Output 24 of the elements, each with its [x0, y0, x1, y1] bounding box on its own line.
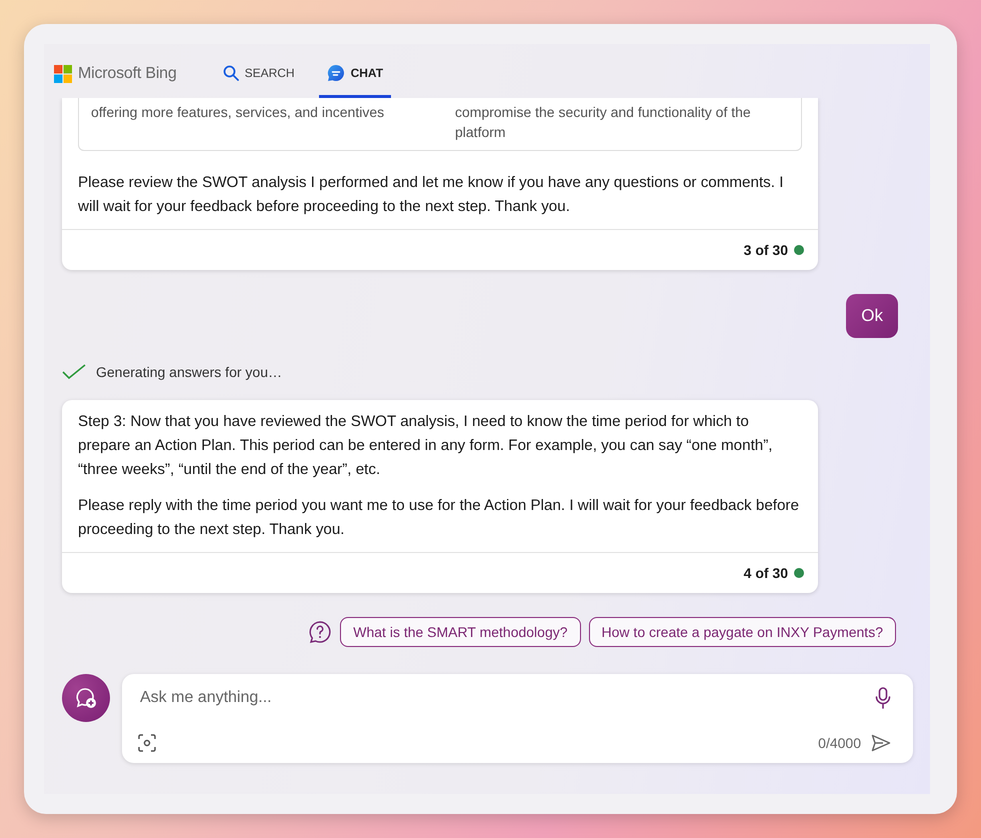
new-topic-button[interactable] — [62, 674, 110, 722]
send-icon[interactable] — [871, 734, 891, 752]
search-icon — [222, 64, 239, 80]
chat-plus-icon — [74, 686, 98, 710]
message-counter: 3 of 30 — [744, 241, 788, 260]
table-cell-text: compromise the security and functionality of the platform — [455, 103, 752, 142]
message-input[interactable]: Ask me anything... — [138, 688, 865, 708]
microphone-icon[interactable] — [875, 687, 891, 709]
message-counter: 4 of 30 — [744, 564, 788, 583]
message-paragraph: Please review the SWOT analysis I performed and let me know if you have any questions or comments. I will wait for your feedback before proceeding to the next step. Thank you. — [78, 173, 784, 217]
suggestion-chip[interactable]: What is the SMART methodology? — [340, 617, 581, 647]
user-message-bubble: Ok — [846, 294, 898, 338]
character-counter: 0/4000 — [818, 734, 861, 750]
question-bubble-icon — [308, 620, 332, 644]
visual-search-icon[interactable] — [138, 734, 156, 752]
brand-name: Microsoft Bing — [78, 65, 177, 83]
chat-bubble-icon — [326, 64, 345, 82]
message-paragraph: Step 3: Now that you have reviewed the SWOT analysis, I need to know the time period for which to prepare an Action Plan. This period can be entered in any form. For example, you can say “one month”, “three weeks”, “until the end of the year”, etc. — [78, 412, 774, 480]
table-cell-text: offering more features, services, and incentives — [91, 103, 386, 122]
status-text: Generating answers for you… — [96, 364, 282, 380]
windows-logo-icon — [54, 65, 72, 83]
message-paragraph: Please reply with the time period you want me to use for the Action Plan. I will wait for your feedback before proceeding to the next step. Thank you. — [78, 496, 800, 540]
suggestion-chip[interactable]: How to create a paygate on INXY Payments? — [588, 617, 896, 647]
search-tab[interactable]: SEARCH — [214, 50, 303, 98]
